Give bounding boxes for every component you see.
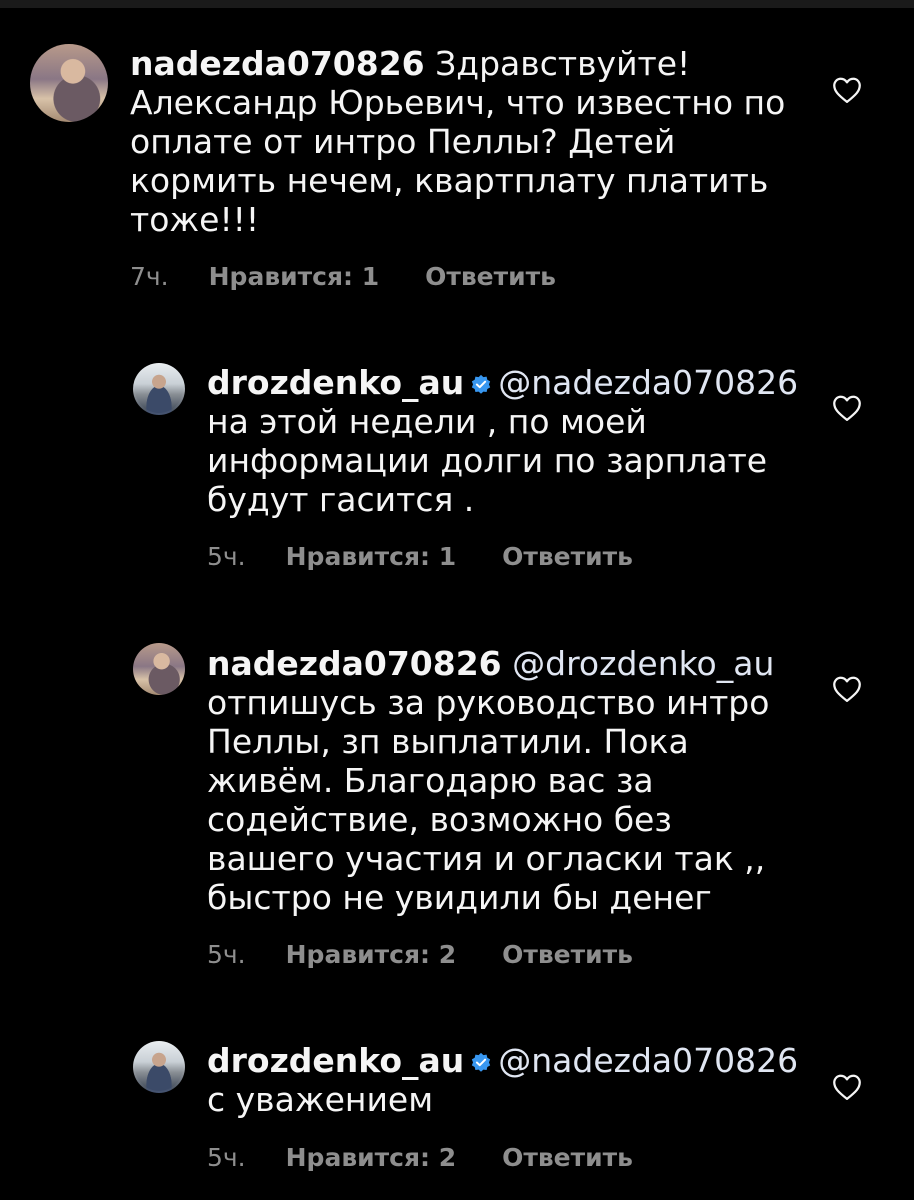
comment-body: nadezda070826 @drozdenko_au отпишусь за … (207, 644, 807, 917)
heart-outline-icon[interactable] (832, 1073, 862, 1101)
comment-text: с уважением (207, 1080, 434, 1119)
likes-count[interactable]: Нравится: 1 (209, 262, 379, 291)
timestamp[interactable]: 5ч. (207, 542, 246, 571)
reply-button[interactable]: Ответить (502, 940, 633, 969)
mention-link[interactable]: @nadezda070826 (498, 363, 798, 402)
timestamp[interactable]: 7ч. (130, 262, 169, 291)
avatar[interactable] (133, 643, 185, 695)
comment-meta: 7ч. Нравится: 1 Ответить (130, 262, 556, 291)
timestamp[interactable]: 5ч. (207, 940, 246, 969)
username-link[interactable]: nadezda070826 (207, 644, 502, 683)
reply-button[interactable]: Ответить (502, 1143, 633, 1172)
comment-body: nadezda070826 Здравствуйте! Александр Юр… (130, 44, 810, 239)
verified-badge-icon (472, 374, 491, 394)
username-link[interactable]: drozdenko_au (207, 363, 464, 402)
heart-outline-icon[interactable] (832, 394, 862, 422)
top-divider (0, 0, 914, 8)
comment-meta: 5ч. Нравится: 2 Ответить (207, 1143, 633, 1172)
avatar[interactable] (30, 44, 108, 122)
heart-outline-icon[interactable] (832, 76, 862, 104)
username-link[interactable]: drozdenko_au (207, 1041, 464, 1080)
mention-link[interactable]: @drozdenko_au (512, 644, 774, 683)
verified-badge-icon (472, 1052, 491, 1072)
comment-body: drozdenko_au @nadezda070826 с уважением (207, 1041, 807, 1119)
reply-button[interactable]: Ответить (502, 542, 633, 571)
heart-outline-icon[interactable] (832, 675, 862, 703)
comment-text: на этой недели , по моей информации долг… (207, 402, 768, 519)
timestamp[interactable]: 5ч. (207, 1143, 246, 1172)
avatar[interactable] (133, 363, 185, 415)
comment-meta: 5ч. Нравится: 2 Ответить (207, 940, 633, 969)
likes-count[interactable]: Нравится: 2 (286, 1143, 456, 1172)
username-link[interactable]: nadezda070826 (130, 44, 425, 83)
comment-meta: 5ч. Нравится: 1 Ответить (207, 542, 633, 571)
likes-count[interactable]: Нравится: 1 (286, 542, 456, 571)
mention-link[interactable]: @nadezda070826 (498, 1041, 798, 1080)
avatar[interactable] (133, 1041, 185, 1093)
comment-text: отпишусь за руководство интро Пеллы, зп … (207, 683, 770, 917)
reply-button[interactable]: Ответить (425, 262, 556, 291)
comment-body: drozdenko_au @nadezda070826 на этой недел… (207, 363, 807, 519)
likes-count[interactable]: Нравится: 2 (286, 940, 456, 969)
